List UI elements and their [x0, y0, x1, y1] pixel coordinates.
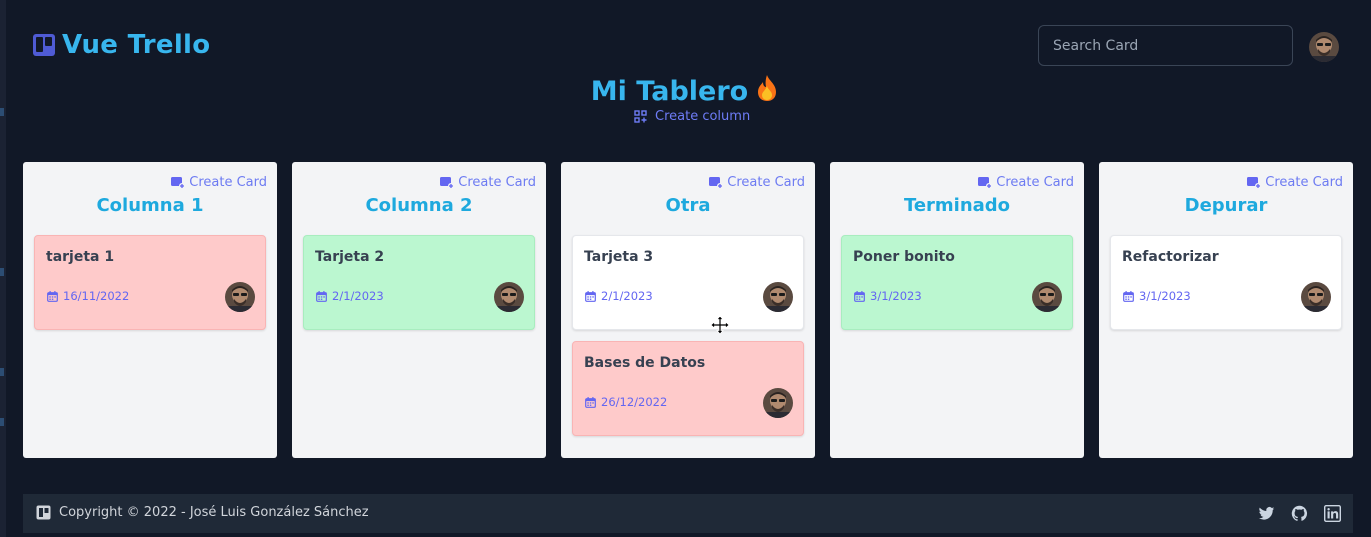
move-cursor-icon	[710, 315, 730, 335]
linkedin-icon[interactable]	[1324, 505, 1341, 522]
card-date: 2/1/2023	[585, 289, 653, 303]
fire-icon	[754, 74, 780, 109]
app-title: Vue Trello	[62, 30, 211, 60]
calendar-icon	[1123, 290, 1134, 302]
create-card-button[interactable]: Create Card	[709, 175, 805, 190]
column[interactable]: Create Card Depurar Refactorizar 3/1/2023	[1099, 162, 1353, 458]
card[interactable]: Poner bonito 3/1/2023	[841, 235, 1073, 330]
create-card-button[interactable]: Create Card	[978, 175, 1074, 190]
card-title: tarjeta 1	[46, 249, 115, 265]
card-avatar	[1301, 282, 1331, 312]
card-avatar	[1032, 282, 1062, 312]
column-title: Columna 1	[96, 195, 204, 216]
card-date: 2/1/2023	[316, 289, 384, 303]
grid-plus-icon	[634, 110, 647, 123]
trello-icon	[36, 505, 51, 520]
github-icon[interactable]	[1291, 505, 1308, 522]
user-avatar[interactable]	[1309, 32, 1339, 62]
card-title: Tarjeta 3	[584, 249, 654, 265]
card-date: 26/12/2022	[585, 395, 667, 409]
add-card-icon	[171, 176, 186, 189]
board-columns: Create Card Columna 1 tarjeta 1 16/11/2022 C…	[23, 162, 1353, 458]
card-date: 3/1/2023	[1123, 289, 1191, 303]
card-date: 16/11/2022	[47, 289, 129, 303]
column-title: Otra	[665, 195, 711, 216]
add-card-icon	[978, 176, 993, 189]
card-avatar	[763, 282, 793, 312]
column-title: Depurar	[1184, 195, 1268, 216]
column-title: Columna 2	[365, 195, 473, 216]
app-logo[interactable]: Vue Trello	[32, 30, 210, 60]
card-date-text: 16/11/2022	[63, 289, 130, 303]
twitter-icon[interactable]	[1258, 505, 1275, 522]
card-date-text: 2/1/2023	[332, 289, 384, 303]
card-date-text: 3/1/2023	[1139, 289, 1191, 303]
card-title: Tarjeta 2	[315, 249, 385, 265]
copyright-text: Copyright © 2022 - José Luis González Sá…	[59, 505, 369, 520]
create-card-label: Create Card	[1265, 175, 1343, 190]
card[interactable]: Tarjeta 3 2/1/2023	[572, 235, 804, 330]
board-title-text: Mi Tablero	[590, 76, 749, 107]
card-title: Poner bonito	[853, 249, 955, 265]
trello-icon	[33, 34, 55, 56]
card[interactable]: tarjeta 1 16/11/2022	[34, 235, 266, 330]
card[interactable]: Bases de Datos 26/12/2022	[572, 341, 804, 436]
card-date-text: 26/12/2022	[601, 395, 668, 409]
social-links	[1258, 505, 1341, 522]
card[interactable]: Tarjeta 2 2/1/2023	[303, 235, 535, 330]
create-column-label: Create column	[655, 109, 751, 124]
copyright: Copyright © 2022 - José Luis González Sá…	[36, 505, 369, 520]
create-card-button[interactable]: Create Card	[171, 175, 267, 190]
add-card-icon	[1247, 176, 1262, 189]
calendar-icon	[585, 396, 596, 408]
calendar-icon	[316, 290, 327, 302]
card-avatar	[763, 388, 793, 418]
search-input[interactable]	[1038, 25, 1293, 66]
add-card-icon	[709, 176, 724, 189]
create-card-label: Create Card	[458, 175, 536, 190]
column-title: Terminado	[903, 195, 1011, 216]
create-card-button[interactable]: Create Card	[1247, 175, 1343, 190]
calendar-icon	[854, 290, 865, 302]
calendar-icon	[47, 290, 58, 302]
card-title: Refactorizar	[1122, 249, 1219, 265]
card-avatar	[225, 282, 255, 312]
card-date-text: 2/1/2023	[601, 289, 653, 303]
board-title: Mi Tablero	[0, 74, 1371, 109]
calendar-icon	[585, 290, 596, 302]
add-card-icon	[440, 176, 455, 189]
create-card-button[interactable]: Create Card	[440, 175, 536, 190]
create-card-label: Create Card	[189, 175, 267, 190]
card-date: 3/1/2023	[854, 289, 922, 303]
column[interactable]: Create Card Otra Tarjeta 3 2/1/2023 Bases de…	[561, 162, 815, 458]
card-title: Bases de Datos	[584, 355, 706, 371]
create-column-button[interactable]: Create column	[634, 109, 750, 124]
card-avatar	[494, 282, 524, 312]
card[interactable]: Refactorizar 3/1/2023	[1110, 235, 1342, 330]
card-date-text: 3/1/2023	[870, 289, 922, 303]
column[interactable]: Create Card Terminado Poner bonito 3/1/2023	[830, 162, 1084, 458]
header: Vue Trello Mi Tablero Create column	[0, 0, 1371, 140]
column[interactable]: Create Card Columna 1 tarjeta 1 16/11/2022	[23, 162, 277, 458]
create-card-label: Create Card	[727, 175, 805, 190]
column[interactable]: Create Card Columna 2 Tarjeta 2 2/1/2023	[292, 162, 546, 458]
footer: Copyright © 2022 - José Luis González Sá…	[23, 494, 1353, 533]
create-card-label: Create Card	[996, 175, 1074, 190]
